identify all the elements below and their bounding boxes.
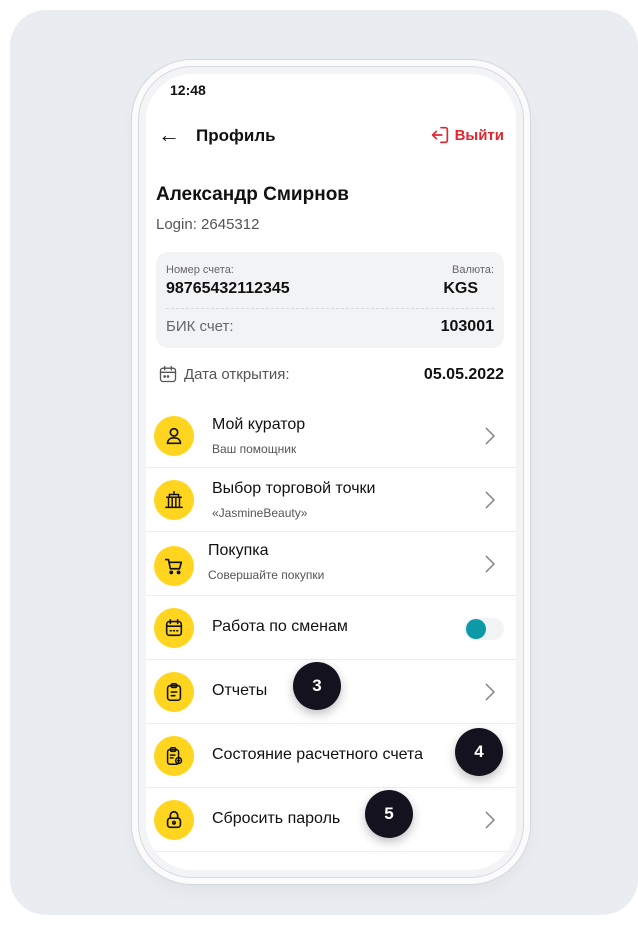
menu-item-shift-work: Работа по сменам <box>146 596 516 660</box>
open-date-row: Дата открытия: 05.05.2022 <box>156 364 504 388</box>
phone-volume-up-button <box>131 236 135 296</box>
menu-item-subtitle: Ваш помощник <box>212 442 297 456</box>
account-number-label: Номер счета: <box>166 264 234 276</box>
logout-label: Выйти <box>454 126 504 144</box>
account-divider <box>166 308 494 309</box>
store-icon <box>154 480 194 520</box>
currency-value: KGS <box>443 280 478 297</box>
menu-item-title: Покупка <box>208 542 269 559</box>
chevron-right-icon <box>485 811 496 829</box>
calendar-icon <box>159 365 177 383</box>
top-bar: ← Профиль Выйти <box>146 118 516 158</box>
open-date-label: Дата открытия: <box>184 366 290 383</box>
chevron-right-icon <box>485 683 496 701</box>
user-icon <box>154 416 194 456</box>
toggle-knob <box>466 619 486 639</box>
logout-icon <box>431 126 448 144</box>
step-badge-5: 5 <box>365 790 413 838</box>
menu-item-subtitle: Совершайте покупки <box>208 568 325 582</box>
menu-item-title: Мой куратор <box>212 416 306 433</box>
bik-value: 103001 <box>440 318 494 335</box>
shift-work-toggle[interactable] <box>464 618 504 640</box>
user-login: Login: 2645312 <box>156 216 260 233</box>
menu-item-store-select[interactable]: Выбор торговой точки «JasmineBeauty» <box>146 468 516 532</box>
page-title: Профиль <box>196 126 276 145</box>
menu-item-title: Отчеты <box>212 682 268 699</box>
account-number-value: 98765432112345 <box>166 280 290 297</box>
menu-item-title: Работа по сменам <box>212 618 348 635</box>
menu-item-title: Выбор торговой точки <box>212 480 376 497</box>
menu-item-title: Сбросить пароль <box>212 810 341 827</box>
user-name: Александр Смирнов <box>156 184 349 205</box>
calendar-icon <box>154 608 194 648</box>
menu-item-title: Состояние расчетного счета <box>212 746 424 763</box>
phone-volume-down-button <box>131 310 135 370</box>
step-badge-3: 3 <box>293 662 341 710</box>
menu-item-reset-password[interactable]: Сбросить пароль <box>146 788 516 852</box>
back-arrow-icon[interactable]: ← <box>156 122 182 148</box>
bik-label: БИК счет: <box>166 318 234 335</box>
phone-power-button <box>524 236 528 318</box>
menu-item-curator[interactable]: Мой куратор Ваш помощник <box>146 404 516 468</box>
cart-icon <box>154 546 194 586</box>
menu-item-purchase[interactable]: Покупка Совершайте покупки <box>146 532 516 596</box>
menu-item-subtitle: «JasmineBeauty» <box>212 506 308 520</box>
account-status-icon <box>154 736 194 776</box>
step-badge-4: 4 <box>455 728 503 776</box>
logout-button[interactable]: Выйти <box>429 124 504 146</box>
chevron-right-icon <box>485 555 496 573</box>
lock-icon <box>154 800 194 840</box>
clipboard-icon <box>154 672 194 712</box>
chevron-right-icon <box>485 491 496 509</box>
open-date-value: 05.05.2022 <box>423 366 504 383</box>
account-info-box: Номер счета: 98765432112345 Валюта: KGS … <box>156 252 504 348</box>
status-time: 12:48 <box>170 82 206 98</box>
chevron-right-icon <box>485 427 496 445</box>
phone-side-button <box>131 166 135 196</box>
currency-label: Валюта: <box>452 264 494 276</box>
